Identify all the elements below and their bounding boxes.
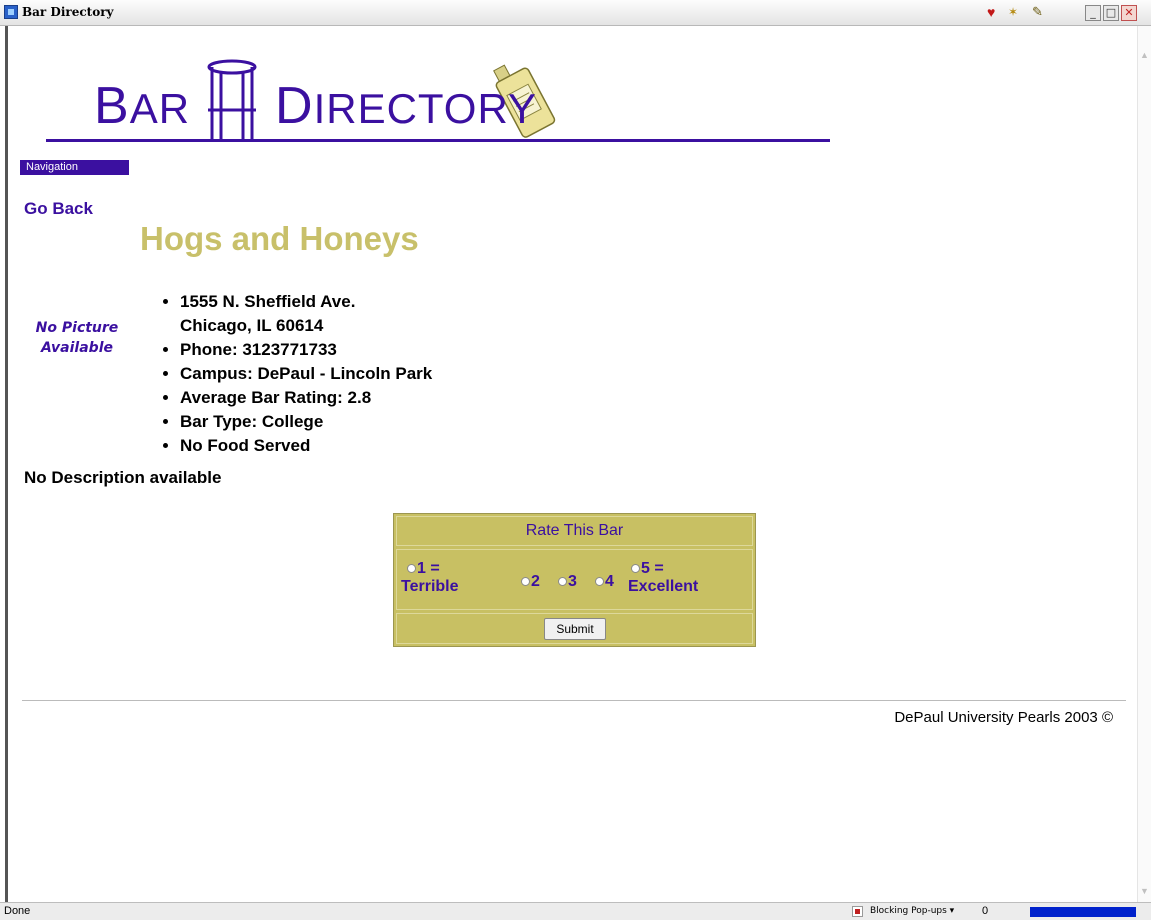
- bar-name-heading: Hogs and Honeys: [140, 220, 419, 257]
- rating-option-5[interactable]: 5 = Excellent: [628, 560, 698, 596]
- bar-details-list: 1555 N. Sheffield Ave.Chicago, IL 60614 …: [162, 290, 432, 458]
- minimize-button[interactable]: _: [1085, 5, 1101, 21]
- rating-option-4[interactable]: 4: [595, 573, 614, 591]
- bar-directory-banner: BAR DIRECTORY: [40, 40, 830, 150]
- radio-2[interactable]: [521, 577, 530, 587]
- close-button[interactable]: ✕: [1121, 5, 1137, 21]
- banner-word-bar: BAR: [94, 77, 191, 135]
- food-item: No Food Served: [180, 434, 432, 458]
- copyright-text: DePaul University Pearls 2003 ©: [894, 709, 1113, 726]
- frame-left-border: [0, 26, 8, 902]
- footer-divider: [22, 700, 1126, 701]
- rate-form-header: Rate This Bar: [396, 516, 753, 546]
- campus-item: Campus: DePaul - Lincoln Park: [180, 362, 432, 386]
- description-text: No Description available: [24, 468, 222, 487]
- scroll-down-icon[interactable]: ▼: [1139, 884, 1150, 898]
- rating-options: 1 = Terrible 2 3 4 5 = Excellent: [396, 549, 753, 610]
- status-count: 0: [982, 905, 989, 917]
- rating-option-3[interactable]: 3: [558, 573, 577, 591]
- radio-5[interactable]: [631, 564, 640, 574]
- rate-form-footer: Submit: [396, 613, 753, 644]
- navigation-header: Navigation: [20, 160, 129, 175]
- go-back-link[interactable]: Go Back: [24, 199, 93, 219]
- heart-icon[interactable]: ♥: [987, 4, 995, 20]
- address-item: 1555 N. Sheffield Ave.Chicago, IL 60614: [180, 290, 432, 338]
- radio-3[interactable]: [558, 577, 567, 587]
- radio-1[interactable]: [407, 564, 416, 574]
- phone-item: Phone: 3123771733: [180, 338, 432, 362]
- maximize-button[interactable]: □: [1103, 5, 1119, 21]
- progress-bar: [1030, 907, 1136, 917]
- popup-blocker-icon[interactable]: [852, 906, 863, 917]
- window-title-bar: Bar Directory ♥ ✶ ✎ _ □ ✕: [0, 0, 1151, 26]
- rating-item: Average Bar Rating: 2.8: [180, 386, 432, 410]
- rate-bar-form: Rate This Bar 1 = Terrible 2 3 4 5 = Exc…: [393, 513, 756, 647]
- vertical-scrollbar[interactable]: ▲ ▼: [1137, 26, 1151, 902]
- popup-blocker-label[interactable]: Blocking Pop-ups ▾: [870, 906, 954, 916]
- star-add-icon[interactable]: ✶: [1008, 4, 1018, 20]
- scroll-up-icon[interactable]: ▲: [1139, 48, 1150, 62]
- edit-note-icon[interactable]: ✎: [1032, 4, 1043, 20]
- radio-4[interactable]: [595, 577, 604, 587]
- bar-type-item: Bar Type: College: [180, 410, 432, 434]
- banner-word-directory: DIRECTORY: [275, 77, 538, 135]
- rating-option-2[interactable]: 2: [521, 573, 540, 591]
- status-text: Done: [4, 905, 31, 917]
- rating-option-1[interactable]: 1 = Terrible: [401, 560, 459, 596]
- app-icon: [4, 5, 18, 19]
- bar-stool-icon: [207, 59, 257, 141]
- submit-button[interactable]: Submit: [544, 618, 606, 640]
- no-picture-line1: No Picture: [35, 320, 119, 336]
- status-bar: Done Blocking Pop-ups ▾ 0: [0, 902, 1151, 920]
- window-title: Bar Directory: [22, 5, 114, 19]
- no-picture-placeholder: No Picture Available: [32, 318, 122, 358]
- no-picture-line2: Available: [40, 340, 113, 356]
- banner-underline: [46, 139, 830, 142]
